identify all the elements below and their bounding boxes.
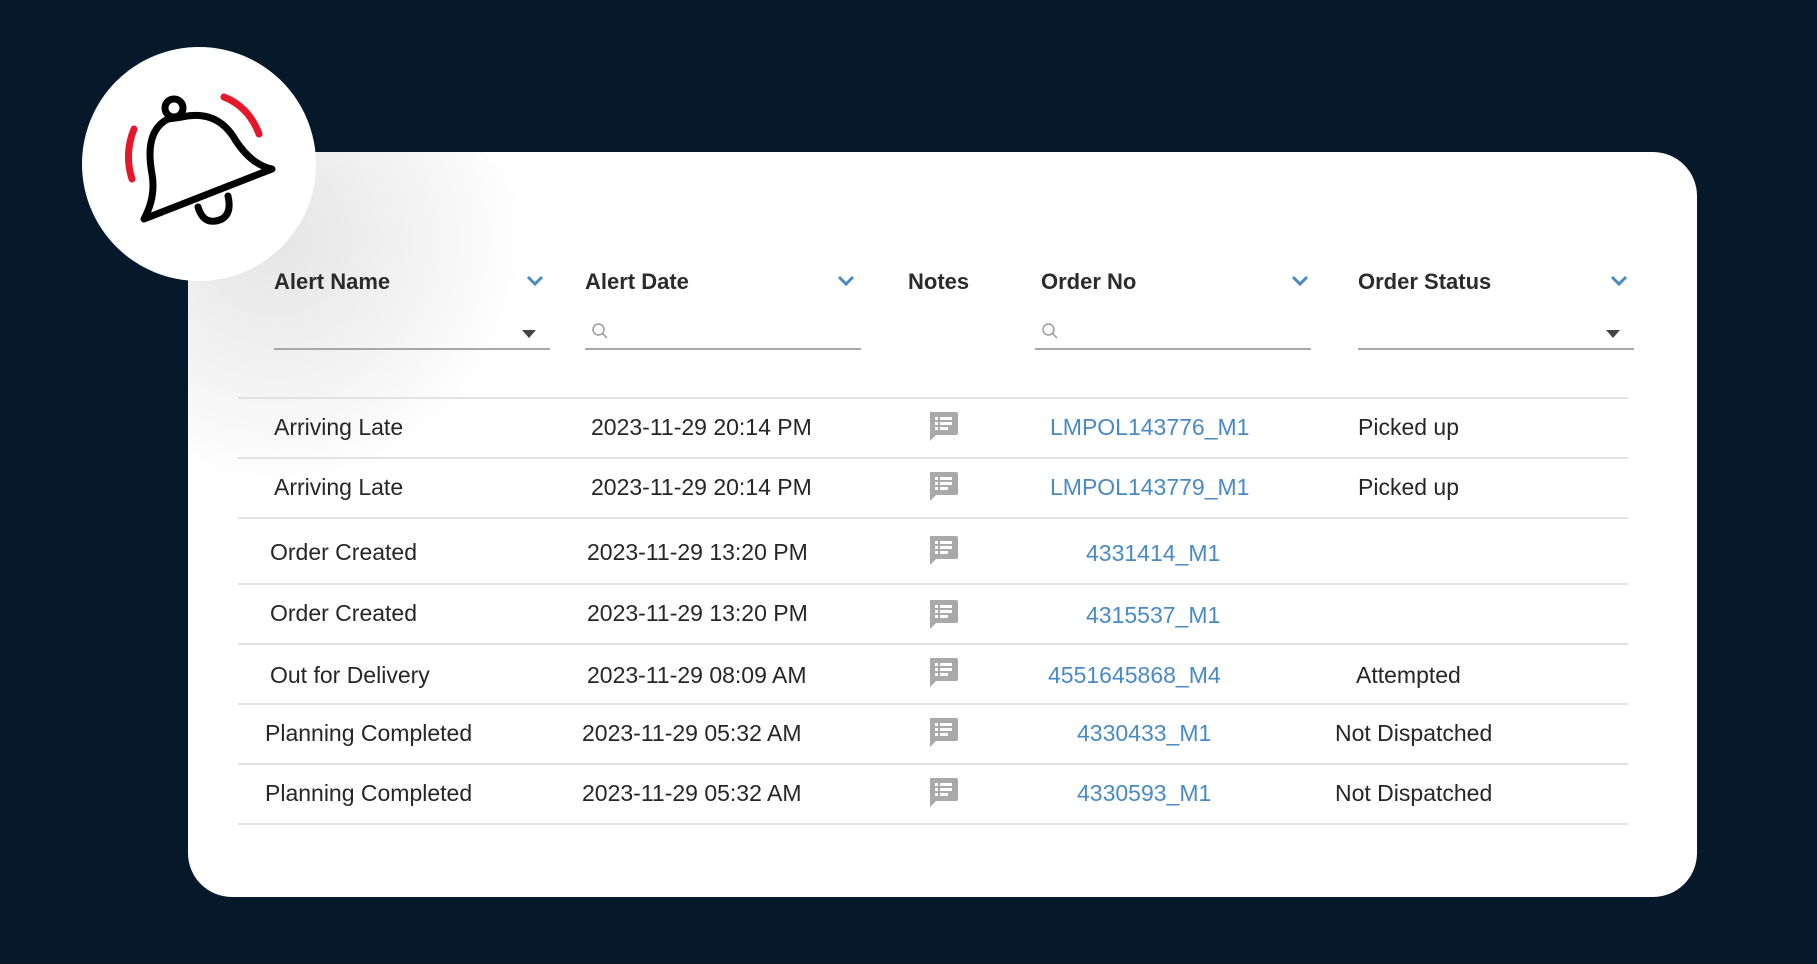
order-no-link[interactable]: 4315537_M1 bbox=[1086, 585, 1220, 645]
order-no-link[interactable]: 4551645868_M4 bbox=[1048, 645, 1221, 705]
table-row[interactable]: Order Created 2023-11-29 13:20 PM 433141… bbox=[238, 517, 1628, 583]
alert-date-cell: 2023-11-29 08:09 AM bbox=[587, 662, 807, 688]
alert-name-filter-select[interactable] bbox=[274, 314, 550, 350]
ringing-bell-icon bbox=[125, 93, 276, 225]
search-icon bbox=[592, 323, 608, 339]
notes-list-icon[interactable] bbox=[926, 715, 960, 749]
alert-name-cell: Arriving Late bbox=[274, 414, 404, 440]
alert-date-search-input[interactable] bbox=[617, 318, 853, 346]
chevron-down-icon[interactable] bbox=[526, 274, 544, 288]
chevron-down-icon[interactable] bbox=[1610, 274, 1628, 288]
table-row[interactable]: Planning Completed 2023-11-29 05:32 AM 4… bbox=[238, 763, 1628, 825]
order-no-search-input[interactable] bbox=[1067, 318, 1303, 346]
column-order-status: Order Status bbox=[1358, 262, 1634, 372]
chevron-down-icon[interactable] bbox=[837, 274, 855, 288]
alert-name-cell: Planning Completed bbox=[265, 720, 473, 746]
order-no-link[interactable]: 4330433_M1 bbox=[1077, 705, 1211, 761]
alert-bell-badge bbox=[82, 47, 316, 281]
alert-name-cell: Arriving Late bbox=[274, 474, 404, 500]
order-status-cell: Not Dispatched bbox=[1335, 720, 1493, 746]
table-row[interactable]: Arriving Late 2023-11-29 20:14 PM LMPOL1… bbox=[238, 397, 1628, 457]
notes-list-icon[interactable] bbox=[926, 533, 960, 567]
column-title: Notes bbox=[908, 269, 970, 294]
table-row[interactable]: Planning Completed 2023-11-29 05:32 AM 4… bbox=[238, 703, 1628, 763]
column-alert-name: Alert Name bbox=[274, 262, 550, 372]
alert-name-cell: Order Created bbox=[270, 600, 418, 626]
column-title: Alert Name bbox=[274, 269, 391, 294]
order-status-cell: Attempted bbox=[1356, 662, 1461, 688]
order-no-filter[interactable] bbox=[1035, 314, 1311, 350]
alert-date-filter[interactable] bbox=[585, 314, 861, 350]
search-icon bbox=[1042, 323, 1058, 339]
column-order-no: Order No bbox=[1035, 262, 1311, 372]
column-alert-date: Alert Date bbox=[585, 262, 861, 372]
table-row[interactable]: Arriving Late 2023-11-29 20:14 PM LMPOL1… bbox=[238, 457, 1628, 517]
order-status-cell: Picked up bbox=[1358, 474, 1460, 500]
caret-down-icon[interactable] bbox=[1606, 330, 1620, 338]
alert-name-cell: Order Created bbox=[270, 539, 418, 565]
column-title: Alert Date bbox=[585, 269, 689, 294]
alert-date-cell: 2023-11-29 13:20 PM bbox=[587, 539, 808, 565]
notes-list-icon[interactable] bbox=[926, 655, 960, 689]
alert-date-cell: 2023-11-29 05:32 AM bbox=[582, 780, 802, 806]
alert-date-cell: 2023-11-29 20:14 PM bbox=[591, 474, 812, 500]
caret-down-icon[interactable] bbox=[522, 330, 536, 338]
alerts-table-body: Arriving Late 2023-11-29 20:14 PM LMPOL1… bbox=[238, 397, 1628, 825]
alert-date-cell: 2023-11-29 05:32 AM bbox=[582, 720, 802, 746]
order-no-link[interactable]: 4331414_M1 bbox=[1086, 519, 1220, 587]
column-notes: Notes bbox=[908, 262, 1008, 372]
notes-list-icon[interactable] bbox=[926, 775, 960, 809]
table-header: Alert Name Alert Date Notes Order No Ord… bbox=[188, 262, 1697, 372]
alerts-card: Alert Name Alert Date Notes Order No Ord… bbox=[188, 152, 1697, 897]
order-no-link[interactable]: LMPOL143776_M1 bbox=[1050, 399, 1249, 455]
alert-date-cell: 2023-11-29 20:14 PM bbox=[591, 414, 812, 440]
alert-name-cell: Out for Delivery bbox=[270, 662, 430, 688]
table-row[interactable]: Order Created 2023-11-29 13:20 PM 431553… bbox=[238, 583, 1628, 643]
order-status-cell: Picked up bbox=[1358, 414, 1460, 440]
notes-list-icon[interactable] bbox=[926, 469, 960, 503]
order-status-filter-select[interactable] bbox=[1358, 314, 1634, 350]
notes-list-icon[interactable] bbox=[926, 409, 960, 443]
alert-date-cell: 2023-11-29 13:20 PM bbox=[587, 600, 808, 626]
column-title: Order No bbox=[1041, 269, 1137, 294]
alert-name-cell: Planning Completed bbox=[265, 780, 473, 806]
order-no-link[interactable]: LMPOL143779_M1 bbox=[1050, 459, 1249, 515]
column-title: Order Status bbox=[1358, 269, 1492, 294]
order-status-cell: Not Dispatched bbox=[1335, 780, 1493, 806]
order-no-link[interactable]: 4330593_M1 bbox=[1077, 765, 1211, 821]
notes-list-icon[interactable] bbox=[926, 597, 960, 631]
table-row[interactable]: Out for Delivery 2023-11-29 08:09 AM 455… bbox=[238, 643, 1628, 703]
chevron-down-icon[interactable] bbox=[1291, 274, 1309, 288]
